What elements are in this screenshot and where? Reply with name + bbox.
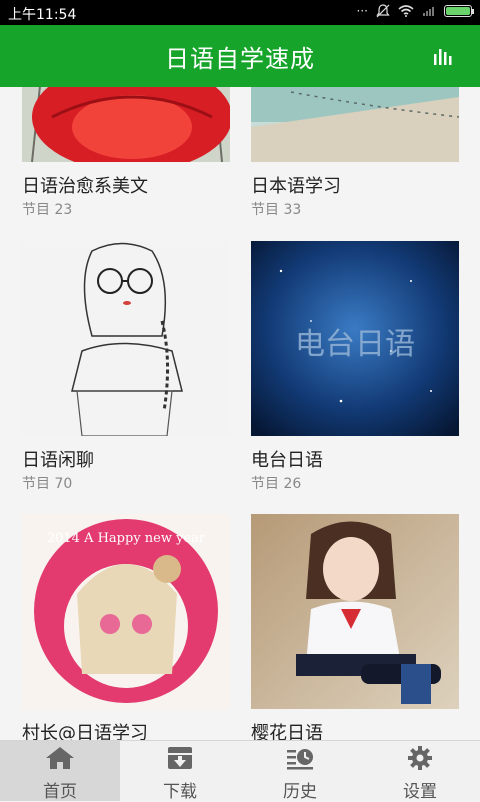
- program-card[interactable]: 2014 A Happy new year 村长@日语学习: [22, 514, 230, 740]
- bar-chart-icon[interactable]: [432, 45, 454, 67]
- starry-sky-image: 电台日语: [251, 241, 459, 436]
- episode-count: 节目 23: [22, 202, 73, 218]
- program-list[interactable]: 日语治愈系美文 节目 23 日本语学习 节目 33 日语闲聊 节目 70 电台日…: [0, 87, 480, 740]
- status-bar: 上午11:54 ···: [0, 0, 480, 25]
- program-card[interactable]: 电台日语 电台日语 节目 26: [251, 241, 459, 493]
- program-title[interactable]: 日语治愈系美文: [22, 172, 230, 197]
- page-title: 日语自学速成: [165, 45, 315, 73]
- program-title[interactable]: 电台日语: [251, 446, 459, 471]
- tab-download[interactable]: 下载: [120, 741, 240, 802]
- episode-count: 节目 70: [22, 476, 73, 492]
- program-title[interactable]: 村长@日语学习: [22, 719, 230, 740]
- status-time: 上午11:54: [8, 7, 77, 23]
- download-icon: [168, 747, 192, 769]
- girl-sketch-image: [22, 241, 230, 436]
- gear-icon: [408, 746, 432, 770]
- program-thumbnail[interactable]: [22, 241, 230, 436]
- tab-home[interactable]: 首页: [0, 741, 120, 802]
- beach-image: [251, 87, 459, 162]
- program-title[interactable]: 樱花日语: [251, 719, 459, 740]
- bottom-navigation: 首页 下载 历史 设置: [0, 740, 480, 802]
- notification-muted-icon: [376, 4, 390, 18]
- program-thumbnail[interactable]: 电台日语: [251, 241, 459, 436]
- tab-label: 下载: [163, 782, 197, 802]
- status-icons: ···: [356, 4, 474, 18]
- home-icon: [46, 747, 74, 769]
- battery-icon: [444, 5, 474, 17]
- program-card[interactable]: 日本语学习 节目 33: [251, 87, 459, 219]
- episode-count: 节目 33: [251, 202, 302, 218]
- thumbnail-overlay-text: 2014 A Happy new year: [47, 531, 206, 546]
- program-thumbnail[interactable]: [22, 87, 230, 162]
- tab-settings[interactable]: 设置: [360, 741, 480, 802]
- anime-girl-image: 2014 A Happy new year: [22, 514, 230, 709]
- history-icon: [287, 749, 313, 770]
- schoolgirl-image: [251, 514, 459, 709]
- tab-label: 历史: [283, 782, 317, 802]
- program-card[interactable]: 樱花日语: [251, 514, 459, 740]
- program-thumbnail[interactable]: 2014 A Happy new year: [22, 514, 230, 709]
- red-umbrella-image: [22, 87, 230, 162]
- signal-icon: [423, 7, 434, 16]
- episode-count: 节目 26: [251, 476, 302, 492]
- tab-history[interactable]: 历史: [240, 741, 360, 802]
- program-card[interactable]: 日语治愈系美文 节目 23: [22, 87, 230, 219]
- program-card[interactable]: 日语闲聊 节目 70: [22, 241, 230, 493]
- app-bar: 日语自学速成: [0, 25, 480, 87]
- program-title[interactable]: 日本语学习: [251, 172, 459, 197]
- tab-label: 设置: [403, 782, 437, 802]
- program-title[interactable]: 日语闲聊: [22, 446, 230, 471]
- program-thumbnail[interactable]: [251, 514, 459, 709]
- program-thumbnail[interactable]: [251, 87, 459, 162]
- more-dots-icon: ···: [356, 4, 368, 18]
- wifi-icon: [398, 5, 414, 17]
- thumbnail-overlay-text: 电台日语: [295, 327, 415, 362]
- tab-label: 首页: [43, 782, 77, 802]
